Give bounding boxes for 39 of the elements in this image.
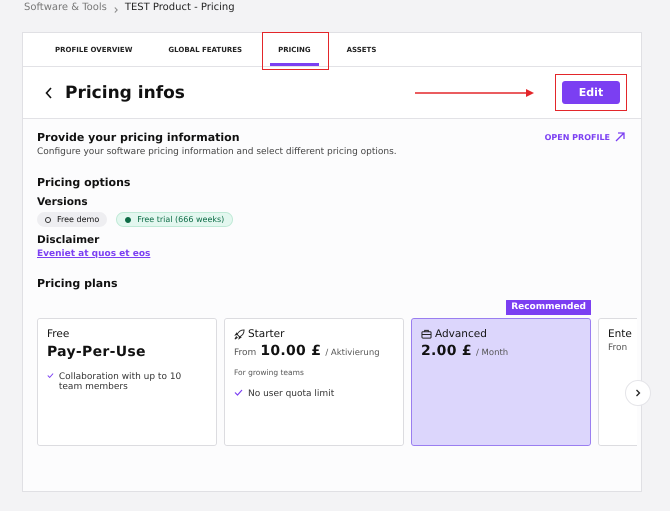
version-tag: Free trial (666 weeks)	[116, 212, 234, 227]
rocket-icon	[234, 328, 245, 340]
plan-name: Advanced	[421, 328, 581, 340]
section-heading: Provide your pricing information	[37, 131, 241, 144]
price-unit: / Month	[476, 348, 508, 358]
price-prefix: From	[234, 348, 256, 358]
plan-card[interactable]: Free Pay-Per-Use Collaboration with up to 10 team members	[37, 318, 217, 446]
plan-name: Ente	[608, 328, 633, 340]
price-unit: / Aktivierung	[325, 348, 380, 358]
check-icon	[234, 389, 243, 396]
plan-price: 2.00 £	[421, 343, 472, 359]
plan-name: Free	[47, 328, 70, 340]
edit-button[interactable]: Edit	[562, 81, 620, 104]
plan-feature: Collaboration with up to 10 team members	[58, 372, 182, 392]
external-link-icon	[615, 132, 625, 142]
plan-price: Pay-Per-Use	[47, 344, 146, 360]
version-tag: Free demo	[37, 212, 108, 227]
disclaimer-link[interactable]: Eveniet at quos et eos	[37, 249, 641, 259]
check-icon	[47, 372, 54, 379]
plan-feature: No user quota limit	[248, 389, 334, 399]
section-heading: Pricing options	[37, 176, 132, 189]
section-title: Pricing infos	[65, 82, 185, 102]
breadcrumb-link[interactable]: Software & Tools	[24, 2, 107, 13]
plan-card[interactable]: Ente Fron	[598, 318, 637, 446]
field-label: Disclaimer	[37, 234, 100, 246]
plan-price: 10.00 £	[260, 343, 322, 359]
section-description: Configure your software pricing information and select different pricing options.	[37, 147, 397, 157]
price-prefix: Fron	[608, 343, 628, 353]
open-profile-link[interactable]: OPEN PROFILE	[544, 131, 625, 143]
recommended-badge: Recommended	[506, 300, 591, 315]
section-heading: Pricing plans	[37, 277, 119, 290]
briefcase-icon	[421, 329, 432, 339]
plan-card[interactable]: Advanced 2.00 £ / Month	[411, 318, 591, 446]
page-title: TEST Product - Pricing	[124, 2, 235, 13]
chevron-icon	[114, 7, 118, 13]
chevron-right-icon	[635, 389, 641, 397]
plan-name: Starter	[234, 328, 394, 340]
arrow-icon	[415, 88, 535, 98]
field-label: Versions	[37, 196, 89, 208]
